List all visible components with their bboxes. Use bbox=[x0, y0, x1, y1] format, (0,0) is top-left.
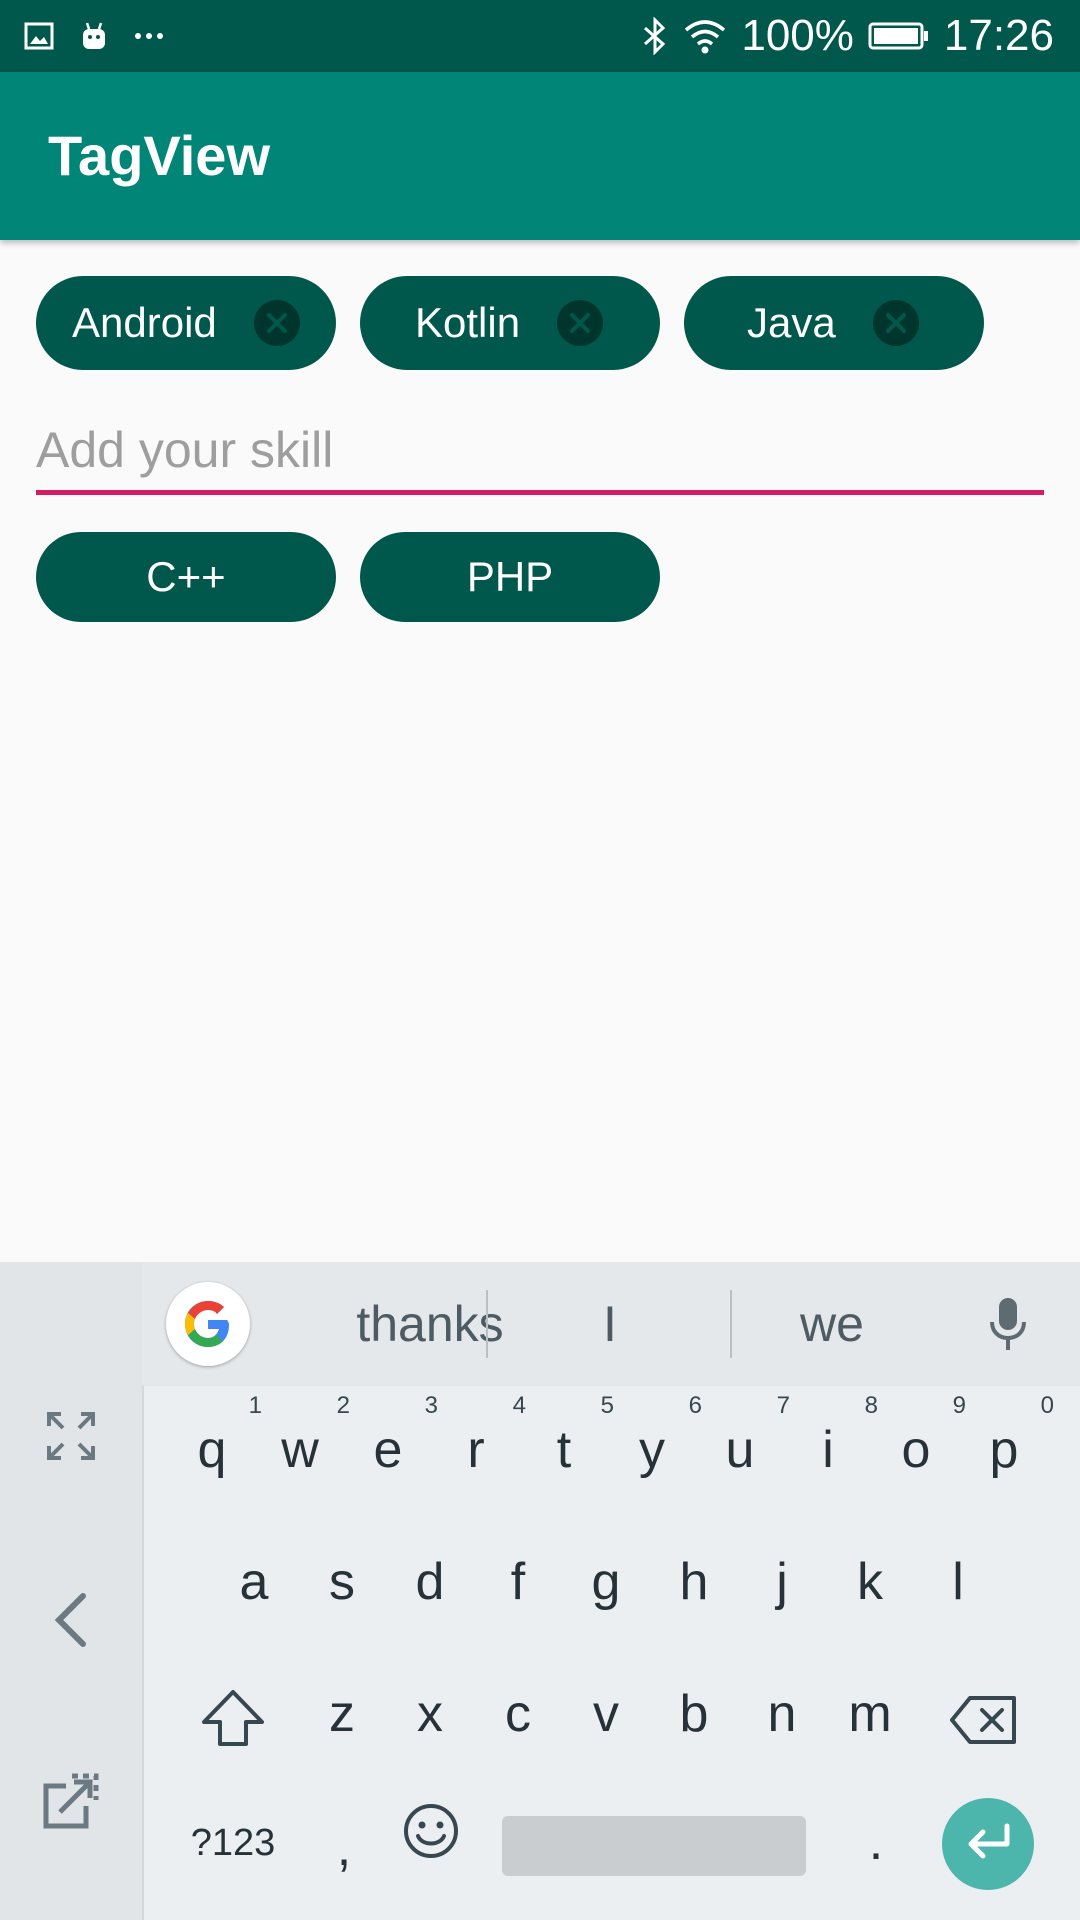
key-y[interactable]: y6 bbox=[612, 1392, 702, 1480]
close-icon[interactable] bbox=[254, 300, 300, 346]
tag-label: Java bbox=[747, 299, 836, 346]
key-hint: 8 bbox=[864, 1392, 878, 1419]
image-icon bbox=[24, 21, 54, 51]
key-label: e bbox=[373, 1421, 403, 1479]
suggestion-bar: thanks I we bbox=[142, 1262, 1080, 1386]
app-bar: TagView bbox=[0, 72, 1080, 240]
tag-label: Android bbox=[72, 299, 217, 346]
key-d[interactable]: d bbox=[390, 1552, 470, 1612]
tag-java[interactable]: Java bbox=[684, 276, 984, 370]
enter-button[interactable] bbox=[942, 1798, 1034, 1890]
key-c[interactable]: c bbox=[478, 1684, 558, 1744]
key-hint: 2 bbox=[336, 1392, 350, 1419]
key-label: r bbox=[467, 1421, 485, 1479]
key-hint: 3 bbox=[424, 1392, 438, 1419]
key-r[interactable]: r4 bbox=[436, 1392, 526, 1480]
key-m[interactable]: m bbox=[830, 1684, 910, 1744]
close-icon[interactable] bbox=[873, 300, 919, 346]
key-hint: 7 bbox=[776, 1392, 790, 1419]
suggested-tag-cpp[interactable]: C++ bbox=[36, 532, 336, 622]
key-comma[interactable]: , bbox=[304, 1818, 384, 1878]
suggestion-3[interactable]: we bbox=[732, 1262, 932, 1386]
key-u[interactable]: u7 bbox=[700, 1392, 790, 1480]
key-label: i bbox=[822, 1421, 834, 1479]
key-hint: 0 bbox=[1040, 1392, 1054, 1419]
more-dots-icon bbox=[134, 31, 164, 41]
key-hint: 9 bbox=[952, 1392, 966, 1419]
skill-input[interactable] bbox=[36, 410, 1044, 495]
battery-percent: 100% bbox=[741, 11, 854, 60]
status-bar: 100% 17:26 bbox=[0, 0, 1080, 72]
tag-label: C++ bbox=[146, 553, 226, 600]
key-t[interactable]: t5 bbox=[524, 1392, 614, 1480]
key-p[interactable]: p0 bbox=[964, 1392, 1054, 1480]
key-label: o bbox=[901, 1421, 931, 1479]
key-period[interactable]: . bbox=[836, 1812, 916, 1872]
key-q[interactable]: q1 bbox=[172, 1392, 262, 1480]
key-x[interactable]: x bbox=[390, 1684, 470, 1744]
key-i[interactable]: i8 bbox=[788, 1392, 878, 1480]
tag-label: Kotlin bbox=[415, 299, 521, 346]
mic-icon[interactable] bbox=[988, 1296, 1028, 1357]
clock: 17:26 bbox=[943, 11, 1054, 60]
expand-icon[interactable] bbox=[0, 1410, 142, 1462]
android-icon bbox=[78, 20, 110, 52]
close-icon[interactable] bbox=[557, 300, 603, 346]
key-b[interactable]: b bbox=[654, 1684, 734, 1744]
key-n[interactable]: n bbox=[742, 1684, 822, 1744]
emoji-icon[interactable] bbox=[402, 1802, 460, 1865]
key-e[interactable]: e3 bbox=[348, 1392, 438, 1480]
key-hint: 1 bbox=[248, 1392, 262, 1419]
backspace-icon[interactable] bbox=[948, 1694, 1020, 1751]
key-j[interactable]: j bbox=[742, 1552, 822, 1612]
bluetooth-icon bbox=[641, 17, 669, 55]
key-s[interactable]: s bbox=[302, 1552, 382, 1612]
key-z[interactable]: z bbox=[302, 1684, 382, 1744]
wifi-icon bbox=[683, 18, 727, 54]
google-icon[interactable] bbox=[166, 1282, 250, 1366]
key-o[interactable]: o9 bbox=[876, 1392, 966, 1480]
key-hint: 5 bbox=[600, 1392, 614, 1419]
key-label: q bbox=[197, 1421, 227, 1479]
suggestion-2[interactable]: I bbox=[488, 1262, 732, 1386]
key-hint: 6 bbox=[688, 1392, 702, 1419]
key-k[interactable]: k bbox=[830, 1552, 910, 1612]
tag-label: PHP bbox=[466, 553, 554, 600]
page-title: TagView bbox=[48, 124, 271, 187]
keyboard: thanks I we q1 w2 e3 r4 t5 y6 u7 i8 o9 p… bbox=[0, 1262, 1080, 1920]
key-w[interactable]: w2 bbox=[260, 1392, 350, 1480]
key-label: u bbox=[725, 1421, 755, 1479]
key-v[interactable]: v bbox=[566, 1684, 646, 1744]
tag-kotlin[interactable]: Kotlin bbox=[360, 276, 660, 370]
key-l[interactable]: l bbox=[918, 1552, 998, 1612]
tag-android[interactable]: Android bbox=[36, 276, 336, 370]
enter-icon bbox=[968, 1823, 1010, 1859]
key-a[interactable]: a bbox=[214, 1552, 294, 1612]
symbols-key[interactable]: ?123 bbox=[188, 1822, 278, 1865]
battery-icon bbox=[868, 21, 930, 51]
key-hint: 4 bbox=[512, 1392, 526, 1419]
keyboard-side-panel bbox=[0, 1262, 144, 1920]
floating-keyboard-icon[interactable] bbox=[0, 1770, 142, 1832]
back-icon[interactable] bbox=[0, 1592, 142, 1648]
key-f[interactable]: f bbox=[478, 1552, 558, 1612]
key-h[interactable]: h bbox=[654, 1552, 734, 1612]
key-label: w bbox=[281, 1421, 319, 1479]
key-label: y bbox=[639, 1421, 665, 1479]
spacebar[interactable] bbox=[502, 1816, 806, 1876]
suggested-tag-php[interactable]: PHP bbox=[360, 532, 660, 622]
key-label: t bbox=[556, 1421, 572, 1479]
key-g[interactable]: g bbox=[566, 1552, 646, 1612]
key-label: p bbox=[989, 1421, 1019, 1479]
shift-icon[interactable] bbox=[200, 1688, 266, 1753]
